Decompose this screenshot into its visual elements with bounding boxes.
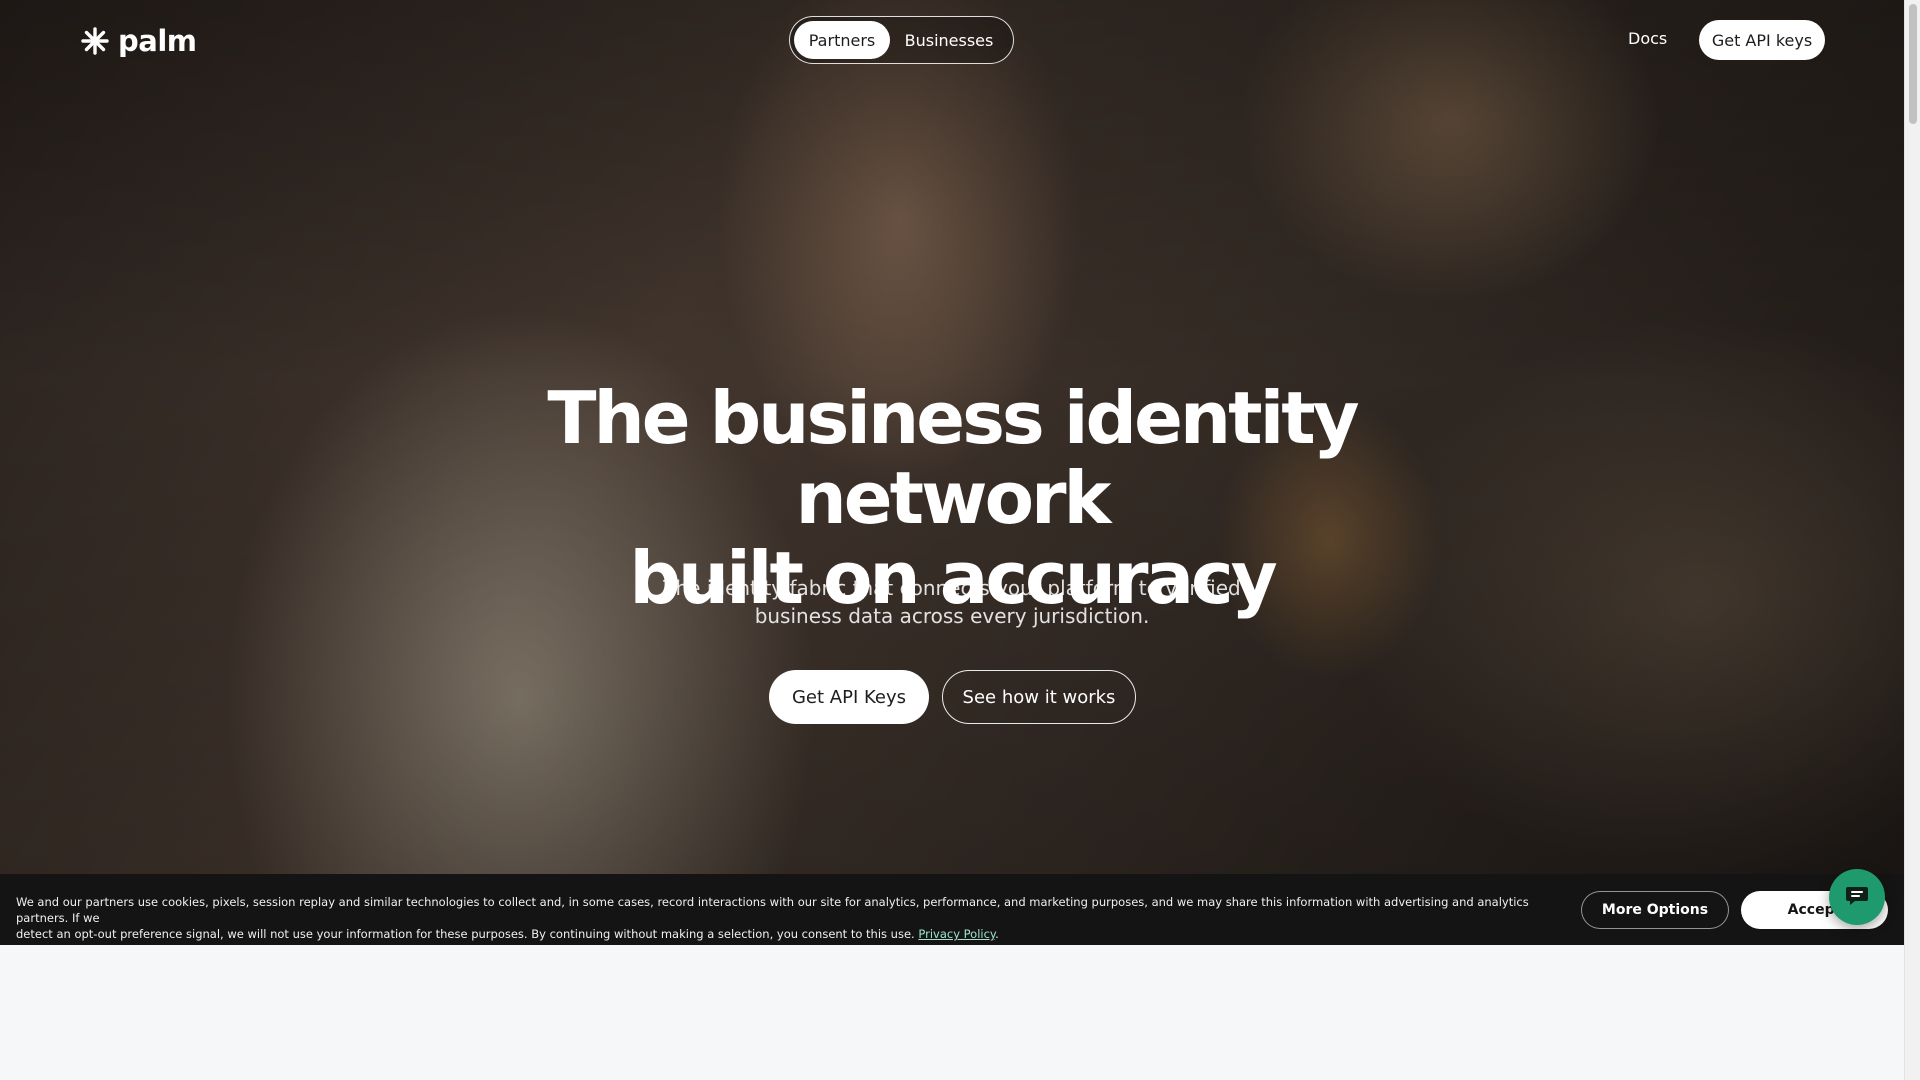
privacy-policy-link[interactable]: Privacy Policy bbox=[918, 927, 995, 941]
hero-section: palm Partners Businesses Docs Get API ke… bbox=[0, 0, 1904, 945]
docs-link[interactable]: Docs bbox=[1628, 29, 1667, 48]
audience-toggle: Partners Businesses bbox=[789, 16, 1014, 64]
asterisk-logo-icon bbox=[80, 26, 110, 56]
tab-partners[interactable]: Partners bbox=[794, 21, 890, 59]
cookie-text-line-2: detect an opt-out preference signal, we … bbox=[16, 927, 915, 941]
more-options-button[interactable]: More Options bbox=[1581, 891, 1729, 929]
logo[interactable]: palm bbox=[80, 24, 197, 58]
get-api-keys-button[interactable]: Get API keys bbox=[1699, 20, 1825, 60]
cookie-banner: We and our partners use cookies, pixels,… bbox=[0, 874, 1904, 945]
cookie-text-period: . bbox=[995, 927, 999, 941]
cookie-text-line-1: We and our partners use cookies, pixels,… bbox=[16, 895, 1529, 925]
page-scrollbar[interactable] bbox=[1904, 0, 1920, 1080]
cookie-banner-text: We and our partners use cookies, pixels,… bbox=[16, 894, 1546, 942]
subtext-line-2: business data across every jurisdiction. bbox=[754, 604, 1150, 628]
scrollbar-thumb[interactable] bbox=[1909, 4, 1917, 124]
chat-bubble-icon bbox=[1844, 882, 1870, 912]
hero-subtext: The identity fabric that connects your p… bbox=[652, 574, 1252, 630]
logo-text: palm bbox=[118, 24, 197, 58]
see-how-it-works-button[interactable]: See how it works bbox=[942, 670, 1136, 724]
chat-widget-button[interactable] bbox=[1829, 869, 1885, 925]
headline-line-1: The business identity network bbox=[547, 376, 1359, 540]
get-api-keys-cta-button[interactable]: Get API Keys bbox=[769, 670, 929, 724]
tab-businesses[interactable]: Businesses bbox=[890, 21, 1008, 59]
subtext-line-1: The identity fabric that connects your p… bbox=[663, 576, 1241, 600]
